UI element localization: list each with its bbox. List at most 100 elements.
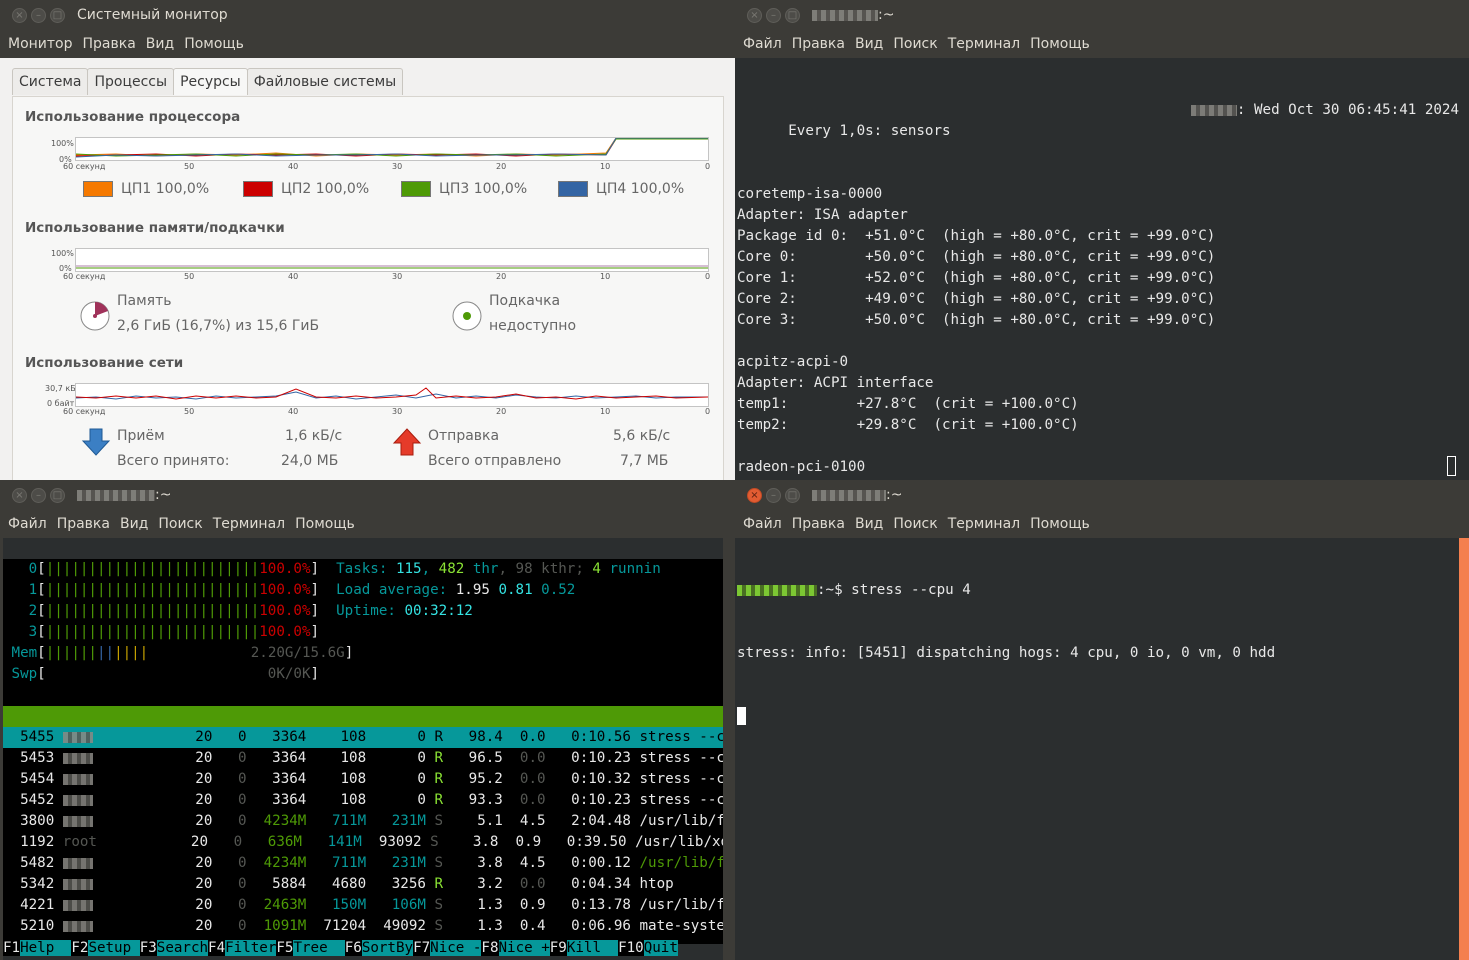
ni-cell: 0: [220, 792, 256, 808]
fkey-label-f9[interactable]: Kill: [566, 940, 619, 956]
cpu4-legend[interactable]: ЦП4 100,0%: [558, 181, 684, 197]
menu-terminal[interactable]: Терминал: [948, 516, 1020, 532]
memory-pie-icon[interactable]: [79, 300, 111, 332]
fkey-f9[interactable]: F9: [549, 940, 567, 956]
close-icon[interactable]: ×: [747, 487, 762, 503]
close-icon[interactable]: ×: [12, 7, 27, 23]
menu-search[interactable]: Поиск: [893, 516, 937, 532]
cpu-meter-id: 1: [3, 582, 38, 598]
memory-meter: Mem[|||||||||||| 2.20G/15.6G]: [3, 643, 354, 664]
fkey-f8[interactable]: F8: [481, 940, 499, 956]
time-cell: 2:04.48: [554, 813, 640, 829]
tab-resources[interactable]: Ресурсы: [173, 68, 248, 95]
user-cell: [62, 876, 144, 892]
minimize-icon[interactable]: –: [31, 7, 46, 23]
menu-help[interactable]: Помощь: [1030, 36, 1090, 52]
menu-monitor[interactable]: Монитор: [8, 36, 73, 52]
htop-screen[interactable]: 0[|||||||||||||||||||||||||100.0%] Tasks…: [3, 538, 723, 960]
menu-edit[interactable]: Правка: [792, 36, 845, 52]
shr-cell: 93092: [370, 834, 431, 850]
menu-edit[interactable]: Правка: [57, 516, 110, 532]
ni-cell: 0: [220, 771, 256, 787]
fkey-label-f6[interactable]: SortBy: [361, 940, 414, 956]
maximize-icon[interactable]: □: [50, 7, 65, 23]
minimize-icon[interactable]: –: [766, 487, 781, 503]
menu-edit[interactable]: Правка: [83, 36, 136, 52]
close-icon[interactable]: ×: [747, 7, 762, 23]
table-row[interactable]: 3800 20 0 4234M 711M 231M S 5.1 4.5 2:04…: [3, 811, 723, 832]
close-icon[interactable]: ×: [12, 487, 27, 503]
table-row[interactable]: 5210 20 0 1091M 71204 49092 S 1.3 0.4 0:…: [3, 916, 723, 937]
swap-pie-icon[interactable]: [451, 300, 483, 332]
fkey-f10[interactable]: F10: [618, 940, 644, 956]
menu-view[interactable]: Вид: [146, 36, 174, 52]
cpu1-legend[interactable]: ЦП1 100,0%: [83, 181, 209, 197]
fkey-label-f1[interactable]: Help: [20, 940, 72, 956]
table-row[interactable]: 5453 20 0 3364 108 0 R 96.5 0.0 0:10.23 …: [3, 748, 723, 769]
menu-help[interactable]: Помощь: [1030, 516, 1090, 532]
menu-terminal[interactable]: Терминал: [948, 36, 1020, 52]
maximize-icon[interactable]: □: [785, 7, 800, 23]
table-row[interactable]: 1192 root 20 0 636M 141M 93092 S 3.8 0.9…: [3, 832, 723, 853]
tab-system[interactable]: Система: [12, 68, 89, 95]
stress-terminal-output[interactable]: :~$ stress --cpu 4 stress: info: [5451] …: [735, 538, 1461, 960]
htop-titlebar[interactable]: × – □ :~: [0, 480, 735, 510]
cpu3-color-swatch[interactable]: [401, 181, 431, 197]
table-row[interactable]: 5454 20 0 3364 108 0 R 95.2 0.0 0:10.32 …: [3, 769, 723, 790]
stress-titlebar[interactable]: × – □ :~: [735, 480, 1469, 510]
menu-search[interactable]: Поиск: [893, 36, 937, 52]
cpu4-color-swatch[interactable]: [558, 181, 588, 197]
table-row[interactable]: 4221 20 0 2463M 150M 106M S 1.3 0.9 0:13…: [3, 895, 723, 916]
menu-view[interactable]: Вид: [120, 516, 148, 532]
terminal-scrollbar[interactable]: [1459, 538, 1469, 960]
table-row[interactable]: 5342 20 0 5884 4680 3256 R 3.2 0.0 0:04.…: [3, 874, 723, 895]
menu-help[interactable]: Помощь: [295, 516, 355, 532]
sensors-titlebar[interactable]: × – □ :~: [735, 0, 1469, 30]
fkey-label-f5[interactable]: Tree: [293, 940, 345, 956]
table-row[interactable]: 5455 20 0 3364 108 0 R 98.4 0.0 0:10.56 …: [3, 727, 723, 748]
download-arrow-icon[interactable]: [81, 427, 111, 457]
table-row[interactable]: 5452 20 0 3364 108 0 R 93.3 0.0 0:10.23 …: [3, 790, 723, 811]
cpu2-color-swatch[interactable]: [243, 181, 273, 197]
menu-search[interactable]: Поиск: [158, 516, 202, 532]
fkey-label-f4[interactable]: Filter: [225, 940, 277, 956]
htop-text: ||||||: [45, 645, 97, 661]
menu-file[interactable]: Файл: [743, 516, 782, 532]
menu-file[interactable]: Файл: [743, 36, 782, 52]
upload-arrow-icon[interactable]: [392, 427, 422, 457]
menu-terminal[interactable]: Терминал: [213, 516, 285, 532]
htop-text: [533, 582, 542, 598]
tab-filesystems[interactable]: Файловые системы: [246, 68, 404, 95]
menu-view[interactable]: Вид: [855, 516, 883, 532]
fkey-label-f8[interactable]: Nice +: [498, 940, 550, 956]
fkey-label-f10[interactable]: Quit: [643, 940, 678, 956]
fkey-f6[interactable]: F6: [344, 940, 362, 956]
minimize-icon[interactable]: –: [31, 487, 46, 503]
sensors-terminal-output[interactable]: Every 1,0s: sensors : Wed Oct 30 06:45:4…: [735, 58, 1469, 480]
maximize-icon[interactable]: □: [785, 487, 800, 503]
menu-view[interactable]: Вид: [855, 36, 883, 52]
fkey-f5[interactable]: F5: [276, 940, 294, 956]
fkey-f4[interactable]: F4: [208, 940, 226, 956]
fkey-f3[interactable]: F3: [139, 940, 157, 956]
fkey-f2[interactable]: F2: [71, 940, 89, 956]
cpu2-legend[interactable]: ЦП2 100,0%: [243, 181, 369, 197]
fkey-label-f3[interactable]: Search: [156, 940, 209, 956]
sensor-line: Package id 0: +51.0°C (high = +80.0°C, c…: [737, 228, 1216, 244]
maximize-icon[interactable]: □: [50, 487, 65, 503]
fkey-f1[interactable]: F1: [3, 940, 21, 956]
menu-file[interactable]: Файл: [8, 516, 47, 532]
receive-total: 24,0 МБ: [281, 453, 339, 469]
minimize-icon[interactable]: –: [766, 7, 781, 23]
table-row[interactable]: 5482 20 0 4234M 711M 231M S 3.8 4.5 0:00…: [3, 853, 723, 874]
tab-processes[interactable]: Процессы: [87, 68, 175, 95]
fkey-label-f2[interactable]: Setup: [88, 940, 140, 956]
fkey-label-f7[interactable]: Nice -: [430, 940, 482, 956]
menu-edit[interactable]: Правка: [792, 516, 845, 532]
menu-help[interactable]: Помощь: [184, 36, 244, 52]
sysmon-titlebar[interactable]: × – □ Системный монитор: [0, 0, 735, 30]
fkey-f7[interactable]: F7: [413, 940, 431, 956]
cpu3-legend[interactable]: ЦП3 100,0%: [401, 181, 527, 197]
res-cell: 150M: [314, 897, 375, 913]
cpu1-color-swatch[interactable]: [83, 181, 113, 197]
